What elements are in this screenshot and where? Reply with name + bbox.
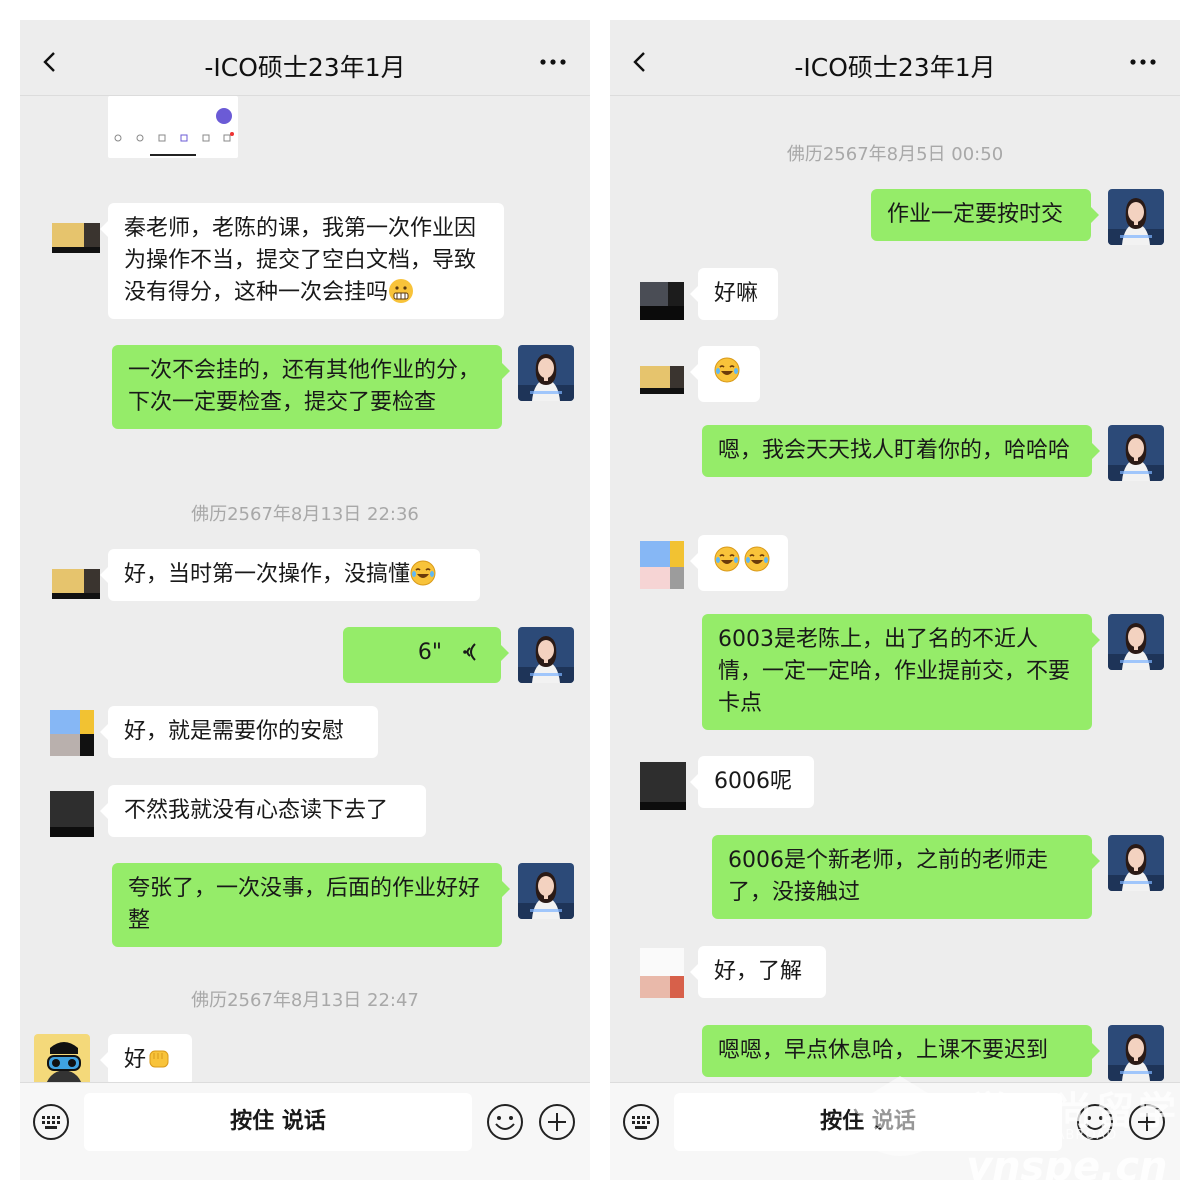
timestamp: 佛历2567年8月5日 00:50 — [786, 144, 1004, 165]
laugh-cry-emoji-icon — [714, 357, 740, 383]
left-chat-screen: -ICO硕士23年1月 秦老师，老陈的课，我第一次作业因为操作不当，提交了空白文… — [20, 20, 590, 1180]
message-bubble[interactable]: 6006是个新老师，之前的老师走了，没接触过 — [712, 835, 1100, 919]
message-text: 嗯嗯，早点休息哈，上课不要迟到 — [718, 1038, 1049, 1063]
smile-icon[interactable] — [486, 1103, 524, 1141]
contact-avatar[interactable] — [638, 268, 694, 324]
message-text: 6006是个新老师，之前的老师走了，没接触过 — [728, 848, 1048, 905]
plus-icon[interactable] — [1128, 1103, 1166, 1141]
laugh-cry-emoji-icon — [714, 546, 740, 572]
message-bubble[interactable]: 夸张了，一次没事，后面的作业好好整 — [112, 863, 510, 947]
message-bubble[interactable] — [690, 535, 788, 591]
laugh-cry-emoji-icon — [410, 560, 436, 586]
contact-avatar[interactable] — [48, 706, 104, 762]
message-text: 秦老师，老陈的课，我第一次作业因为操作不当，提交了空白文档，导致没有得分，这种一… — [124, 216, 477, 305]
message-text: 一次不会挂的，还有其他作业的分，下次一定要检查，提交了要检查 — [128, 358, 481, 415]
plus-icon[interactable] — [538, 1103, 576, 1141]
message-bubble[interactable]: 嗯，我会天天找人盯着你的，哈哈哈 — [702, 425, 1100, 477]
keyboard-icon[interactable] — [32, 1103, 70, 1141]
message-text: 作业一定要按时交 — [887, 202, 1064, 227]
self-avatar[interactable] — [518, 863, 574, 919]
contact-avatar[interactable] — [48, 203, 104, 259]
input-bar: 按住 说话 — [20, 1082, 590, 1180]
chat-title: -ICO硕士23年1月 — [204, 53, 406, 82]
laugh-cry-emoji-icon — [744, 546, 770, 572]
chat-title: -ICO硕士23年1月 — [794, 53, 996, 82]
voice-message[interactable]: 6" — [343, 627, 509, 683]
self-avatar[interactable] — [1108, 835, 1164, 891]
self-avatar[interactable] — [518, 345, 574, 401]
grimace-emoji-icon — [389, 279, 414, 303]
message-text: 好 — [124, 1047, 147, 1072]
message-bubble[interactable]: 好，就是需要你的安慰 — [100, 706, 378, 758]
message-bubble[interactable]: 好嘛 — [690, 268, 778, 320]
voice-duration: 6" — [417, 640, 442, 665]
message-text: 嗯，我会天天找人盯着你的，哈哈哈 — [718, 438, 1071, 463]
message-bubble[interactable] — [690, 346, 760, 402]
keyboard-icon[interactable] — [622, 1103, 660, 1141]
message-text: 6006呢 — [714, 769, 792, 794]
chat-header: -ICO硕士23年1月 — [20, 20, 590, 96]
message-text: 夸张了，一次没事，后面的作业好好整 — [128, 876, 481, 933]
image-message[interactable] — [108, 96, 238, 158]
contact-avatar[interactable] — [638, 946, 694, 1002]
contact-avatar[interactable] — [638, 756, 694, 812]
message-bubble[interactable]: 6003是老陈上，出了名的不近人情，一定一定哈，作业提前交，不要卡点 — [702, 614, 1100, 730]
hold-to-talk-button[interactable]: 按住 说话 — [84, 1093, 472, 1151]
message-bubble[interactable]: 好，当时第一次操作，没搞懂 — [100, 549, 480, 601]
app-screenshot-thumbnail — [114, 108, 234, 156]
message-text: 好，当时第一次操作，没搞懂 — [124, 562, 411, 587]
self-avatar[interactable] — [1108, 425, 1164, 481]
smile-icon[interactable] — [1076, 1103, 1114, 1141]
message-text: 不然我就没有心态读下去了 — [124, 798, 389, 823]
message-bubble[interactable]: 作业一定要按时交 — [871, 189, 1099, 241]
right-chat-screen: -ICO硕士23年1月 佛历2567年8月5日 00:50 作业一定要按时交 好… — [610, 20, 1180, 1180]
message-bubble[interactable]: 嗯嗯，早点休息哈，上课不要迟到 — [702, 1025, 1100, 1077]
message-bubble[interactable]: 好，了解 — [690, 946, 826, 998]
self-avatar[interactable] — [1108, 1025, 1164, 1081]
input-bar: 按住 说话 — [610, 1082, 1180, 1180]
timestamp: 佛历2567年8月13日 22:47 — [191, 990, 419, 1011]
timestamp: 佛历2567年8月13日 22:36 — [191, 504, 419, 525]
message-text: 好嘛 — [714, 281, 759, 306]
message-bubble[interactable]: 6006呢 — [690, 756, 814, 808]
contact-avatar[interactable] — [638, 346, 694, 402]
message-bubble[interactable]: 一次不会挂的，还有其他作业的分，下次一定要检查，提交了要检查 — [112, 345, 510, 429]
more-icon[interactable] — [1128, 50, 1158, 74]
contact-avatar[interactable] — [48, 549, 104, 605]
message-bubble[interactable]: 好 — [100, 1034, 192, 1086]
more-icon[interactable] — [538, 50, 568, 74]
self-avatar[interactable] — [1108, 614, 1164, 670]
message-text: 好，就是需要你的安慰 — [124, 719, 345, 744]
self-avatar[interactable] — [1108, 189, 1164, 245]
contact-avatar[interactable] — [638, 535, 694, 591]
message-bubble[interactable]: 秦老师，老陈的课，我第一次作业因为操作不当，提交了空白文档，导致没有得分，这种一… — [100, 203, 504, 319]
self-avatar[interactable] — [518, 627, 574, 683]
message-text: 好，了解 — [714, 959, 803, 984]
fist-emoji-icon — [149, 1050, 169, 1068]
message-text: 6003是老陈上，出了名的不近人情，一定一定哈，作业提前交，不要卡点 — [718, 627, 1071, 716]
voice-icon — [463, 643, 476, 661]
contact-avatar[interactable] — [48, 785, 104, 841]
chat-header: -ICO硕士23年1月 — [610, 20, 1180, 96]
message-bubble[interactable]: 不然我就没有心态读下去了 — [100, 785, 426, 837]
hold-to-talk-button[interactable]: 按住 说话 — [674, 1093, 1062, 1151]
